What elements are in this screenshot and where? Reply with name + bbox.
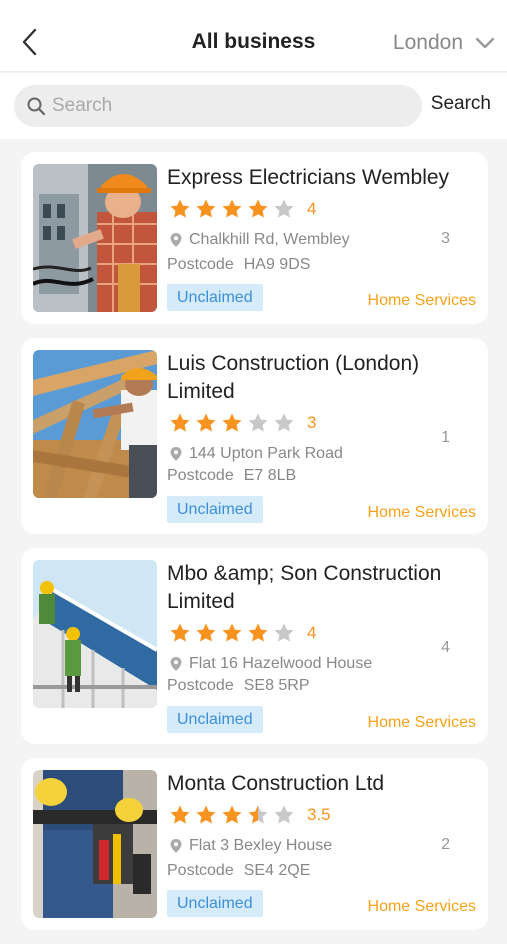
star-filled-icon xyxy=(196,413,216,432)
address: 144 Upton Park Road xyxy=(169,445,343,463)
search-icon xyxy=(27,97,46,116)
star-filled-icon xyxy=(248,199,268,218)
star-filled-icon xyxy=(170,805,190,824)
location-pin-icon xyxy=(170,657,182,671)
business-name[interactable]: Express Electricians Wembley xyxy=(167,164,467,192)
status-badge: Unclaimed xyxy=(167,284,263,311)
address-text: Chalkhill Rd, Wembley xyxy=(189,231,350,248)
category-link[interactable]: Home Services xyxy=(368,504,476,522)
star-half-icon xyxy=(248,805,268,824)
postcode: Postcode SE4 2QE xyxy=(167,862,310,880)
star-filled-icon xyxy=(170,623,190,642)
address-text: 144 Upton Park Road xyxy=(189,445,343,462)
location-pin-icon xyxy=(170,233,182,247)
address-text: Flat 16 Hazelwood House xyxy=(189,655,373,672)
star-filled-icon xyxy=(222,199,242,218)
back-arrow-icon xyxy=(22,28,37,56)
chevron-down-icon xyxy=(475,37,495,49)
postcode: Postcode SE8 5RP xyxy=(167,677,310,695)
postcode-value: HA9 9DS xyxy=(243,256,311,273)
category-link[interactable]: Home Services xyxy=(368,292,476,310)
business-card[interactable]: Mbo &amp; Son Construction Limited 4 Fla… xyxy=(21,548,488,744)
rating-stars: 4 xyxy=(169,622,316,644)
star-filled-icon xyxy=(222,623,242,642)
review-count: 3 xyxy=(441,230,450,247)
postcode: Postcode HA9 9DS xyxy=(167,256,310,274)
postcode-label: Postcode xyxy=(167,677,234,694)
business-name[interactable]: Mbo &amp; Son Construction Limited xyxy=(167,560,467,616)
business-name[interactable]: Monta Construction Ltd xyxy=(167,770,467,798)
category-link[interactable]: Home Services xyxy=(368,714,476,732)
top-bar: All business London xyxy=(0,0,507,72)
star-empty-icon xyxy=(274,199,294,218)
business-name[interactable]: Luis Construction (London) Limited xyxy=(167,350,467,406)
rating-value: 4 xyxy=(307,623,317,642)
category-link[interactable]: Home Services xyxy=(368,898,476,916)
star-filled-icon xyxy=(170,199,190,218)
star-filled-icon xyxy=(196,199,216,218)
business-card[interactable]: Luis Construction (London) Limited 3 144… xyxy=(21,338,488,534)
status-badge: Unclaimed xyxy=(167,496,263,523)
tool-belt-photo xyxy=(33,770,157,918)
star-filled-icon xyxy=(170,413,190,432)
address: Chalkhill Rd, Wembley xyxy=(169,231,350,249)
business-card[interactable]: Monta Construction Ltd 3.5 Flat 3 Bexley… xyxy=(21,758,488,930)
city-label: London xyxy=(392,31,463,54)
postcode-value: SE8 5RP xyxy=(243,677,310,694)
business-card[interactable]: Express Electricians Wembley 4 Chalkhill… xyxy=(21,152,488,324)
star-empty-icon xyxy=(274,623,294,642)
address: Flat 16 Hazelwood House xyxy=(169,655,372,673)
star-filled-icon xyxy=(248,623,268,642)
postcode-value: SE4 2QE xyxy=(243,862,311,879)
status-badge: Unclaimed xyxy=(167,890,263,917)
star-filled-icon xyxy=(196,805,216,824)
carpenter-photo xyxy=(33,350,157,498)
address-text: Flat 3 Bexley House xyxy=(189,837,333,854)
location-pin-icon xyxy=(170,447,182,461)
postcode-value: E7 8LB xyxy=(243,467,297,484)
search-box[interactable] xyxy=(14,85,422,127)
electrician-photo xyxy=(33,164,157,312)
star-filled-icon xyxy=(222,805,242,824)
postcode-label: Postcode xyxy=(167,467,234,484)
star-filled-icon xyxy=(196,623,216,642)
rating-stars: 4 xyxy=(169,198,316,220)
search-bar: Search xyxy=(0,73,507,139)
city-selector[interactable]: London xyxy=(393,28,495,58)
address: Flat 3 Bexley House xyxy=(169,837,332,855)
star-empty-icon xyxy=(274,805,294,824)
review-count: 2 xyxy=(441,836,450,853)
postcode-label: Postcode xyxy=(167,256,234,273)
back-button[interactable] xyxy=(18,26,42,58)
status-badge: Unclaimed xyxy=(167,706,263,733)
rating-stars: 3 xyxy=(169,412,316,434)
roofers-photo xyxy=(33,560,157,708)
search-input[interactable] xyxy=(52,95,392,117)
location-pin-icon xyxy=(170,839,182,853)
rating-stars: 3.5 xyxy=(169,804,331,826)
review-count: 1 xyxy=(441,429,450,446)
postcode: Postcode E7 8LB xyxy=(167,467,296,485)
star-filled-icon xyxy=(222,413,242,432)
rating-value: 4 xyxy=(307,199,317,218)
search-button[interactable]: Search xyxy=(431,93,491,115)
rating-value: 3.5 xyxy=(307,805,331,824)
business-list: Express Electricians Wembley 4 Chalkhill… xyxy=(21,152,488,944)
star-empty-icon xyxy=(248,413,268,432)
postcode-label: Postcode xyxy=(167,862,234,879)
star-empty-icon xyxy=(274,413,294,432)
review-count: 4 xyxy=(441,639,450,656)
rating-value: 3 xyxy=(307,413,317,432)
